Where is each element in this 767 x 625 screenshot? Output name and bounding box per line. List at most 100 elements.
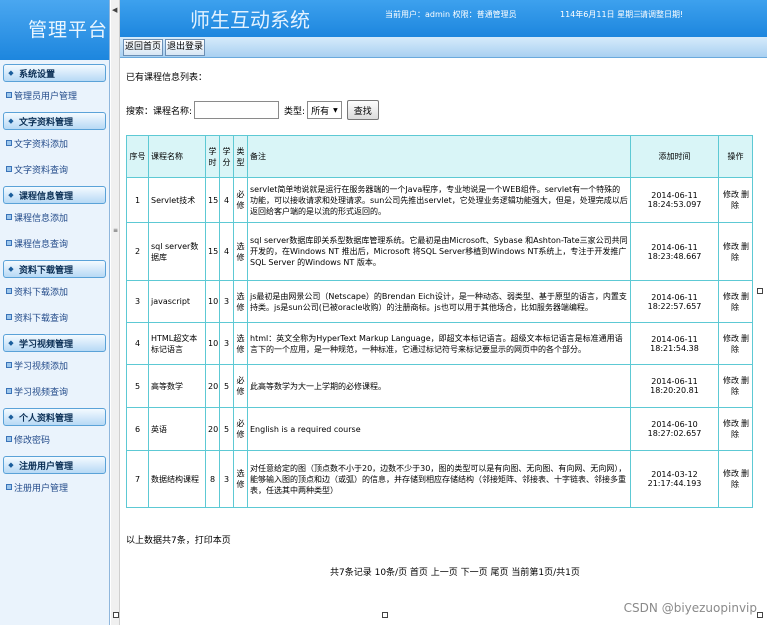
edit-link[interactable]: 修改 <box>723 419 739 428</box>
edit-link[interactable]: 修改 <box>723 242 739 251</box>
resize-handle[interactable] <box>757 612 763 618</box>
sidebar-menu-item-label: 课程信息查询 <box>14 239 69 250</box>
expand-icon: ◆ <box>8 265 14 273</box>
menu-group-header[interactable]: ◆ 课程信息管理 <box>3 186 106 204</box>
edit-link[interactable]: 修改 <box>723 292 739 301</box>
bullet-icon <box>6 484 12 490</box>
bullet-icon <box>6 288 12 294</box>
added-time: 18:23:48.667 <box>647 251 702 261</box>
sidebar-menu-item[interactable]: 文字资料添加 <box>3 130 106 156</box>
cell-type: 选修 <box>233 322 248 365</box>
cell-ops: 修改 删除 <box>718 222 753 281</box>
logout-button[interactable]: 退出登录 <box>165 39 205 56</box>
table-row: 5 高等数学 20 5 必修 此高等数学为大一上学期的必修课程。 2014-06-11 18:… <box>126 364 753 408</box>
type-select[interactable]: 所有 ▼ <box>307 101 342 119</box>
cell-note: servlet简单地说就是运行在服务器端的一个Java程序，专业地说是一个WEB… <box>247 177 631 223</box>
cell-type: 选修 <box>233 280 248 323</box>
cell-ops: 修改 删除 <box>718 407 753 451</box>
menu-group-header[interactable]: ◆ 个人资料管理 <box>3 408 106 426</box>
resize-handle[interactable] <box>113 612 119 618</box>
resize-handle[interactable] <box>757 288 763 294</box>
menu-group-title: 课程信息管理 <box>19 191 74 202</box>
col-header-time: 添加时间 <box>630 135 719 178</box>
resize-handle[interactable] <box>382 612 388 618</box>
added-time: 18:22:57.657 <box>647 301 702 311</box>
col-header-credit: 学分 <box>219 135 234 178</box>
expand-icon: ◆ <box>8 191 14 199</box>
sidebar-menu-item[interactable]: 注册用户管理 <box>3 474 106 500</box>
cell-hours: 15 <box>205 177 220 223</box>
menu-group-title: 学习视频管理 <box>19 339 74 350</box>
added-date: 2014-06-11 <box>651 292 698 302</box>
edit-link[interactable]: 修改 <box>723 334 739 343</box>
pagination[interactable]: 共7条记录 10条/页 首页 上一页 下一页 尾页 当前第1页/共1页 <box>330 565 580 578</box>
bullet-icon <box>6 166 12 172</box>
list-title: 已有课程信息列表： <box>126 73 208 83</box>
cell-added-time: 2014-06-11 18:21:54.38 <box>630 322 719 365</box>
sidebar-menu-item[interactable]: 资料下载查询 <box>3 304 106 330</box>
cell-hours: 10 <box>205 280 220 323</box>
table-row: 6 英语 20 5 必修 English is a required course 2014… <box>126 407 753 451</box>
menu-group-title: 注册用户管理 <box>19 461 74 472</box>
bullet-icon <box>6 362 12 368</box>
sidebar-menu-item[interactable]: 课程信息添加 <box>3 204 106 230</box>
cell-course-name: sql server数据库 <box>148 222 206 281</box>
frame-splitter[interactable]: ◀ ≡ <box>111 0 120 625</box>
edit-link[interactable]: 修改 <box>723 190 739 199</box>
menu-group: ◆ 资料下载管理 资料下载添加 资料下载查询 <box>3 260 106 330</box>
cell-hours: 20 <box>205 407 220 451</box>
col-header-type: 类型 <box>233 135 248 178</box>
added-time: 18:24:53.097 <box>647 200 702 209</box>
col-header-ops: 操作 <box>718 135 753 178</box>
cell-course-name: javascript <box>148 280 206 323</box>
menu-group: ◆ 课程信息管理课程信息添加课程信息查询 <box>3 186 106 256</box>
sidebar-menu-item-label: 学习视频查询 <box>14 387 69 398</box>
menu-group-title: 个人资料管理 <box>19 413 74 424</box>
menu-group-header[interactable]: ◆ 文字资料管理 <box>3 112 106 130</box>
menu-group: ◆ 注册用户管理 注册用户管理 <box>3 456 106 500</box>
added-date: 2014-06-11 <box>651 191 698 200</box>
sidebar-menu-item[interactable]: 学习视频添加 <box>3 352 106 378</box>
type-select-value: 所有 <box>311 106 330 117</box>
splitter-grip-icon[interactable]: ≡ <box>113 228 118 234</box>
cell-no: 2 <box>126 222 149 281</box>
current-user-info: 当前用户：admin 权限：普通管理员 <box>385 10 517 19</box>
course-name-input[interactable] <box>194 101 280 119</box>
menu-group-header[interactable]: ◆ 系统设置 <box>3 64 106 82</box>
added-date: 2014-03-12 <box>651 470 698 479</box>
search-button[interactable]: 查找 <box>346 100 379 120</box>
cell-course-name: 英语 <box>148 407 206 451</box>
type-label: 类型: <box>284 106 306 117</box>
added-time: 18:27:02.657 <box>647 429 702 438</box>
cell-added-time: 2014-06-11 18:23:48.667 <box>630 222 719 281</box>
collapse-arrow-icon[interactable]: ◀ <box>112 5 119 15</box>
cell-ops: 修改 删除 <box>718 450 753 508</box>
home-button[interactable]: 返回首页 <box>123 39 163 56</box>
cell-no: 4 <box>126 322 149 365</box>
table-row: 1 Servlet技术 15 4 必修 servlet简单地说就是运行在服务器端的一个Ja… <box>126 177 753 223</box>
cell-hours: 10 <box>205 322 220 365</box>
date-warning: 请调整日期! <box>640 10 684 19</box>
bullet-icon <box>6 388 12 394</box>
expand-icon: ◆ <box>8 461 14 469</box>
menu-group-header[interactable]: ◆ 注册用户管理 <box>3 456 106 474</box>
edit-link[interactable]: 修改 <box>723 469 739 478</box>
sidebar-menu-item[interactable]: 课程信息查询 <box>3 230 106 256</box>
sidebar-menu-item[interactable]: 资料下载添加 <box>3 278 106 304</box>
sidebar-menu-item[interactable]: 修改密码 <box>3 426 106 452</box>
table-row: 7 数据结构课程 8 3 选修 对任意给定的图（顶点数不小于20，边数不少于30，图的类型… <box>126 450 753 508</box>
cell-no: 1 <box>126 177 149 223</box>
table-header-row: 序号 课程名称 学时 学分 类型 备注 添加时间 操作 <box>126 135 753 178</box>
sidebar-menu-item[interactable]: 管理员用户管理 <box>3 82 106 108</box>
menu-group-header[interactable]: ◆ 学习视频管理 <box>3 334 106 352</box>
menu-group-header[interactable]: ◆ 资料下载管理 <box>3 260 106 278</box>
sidebar-menu-item[interactable]: 文字资料查询 <box>3 156 106 182</box>
menu-group-title: 文字资料管理 <box>19 117 74 128</box>
chevron-down-icon: ▼ <box>333 106 338 114</box>
edit-link[interactable]: 修改 <box>723 376 739 385</box>
logo: 管理平台 <box>0 0 109 60</box>
sidebar-menu-item-label: 管理员用户管理 <box>14 91 78 102</box>
sidebar-menu-item[interactable]: 学习视频查询 <box>3 378 106 404</box>
menu-group: ◆ 文字资料管理 文字资料添加 文字资料查询 <box>3 112 106 182</box>
cell-hours: 8 <box>205 450 220 508</box>
